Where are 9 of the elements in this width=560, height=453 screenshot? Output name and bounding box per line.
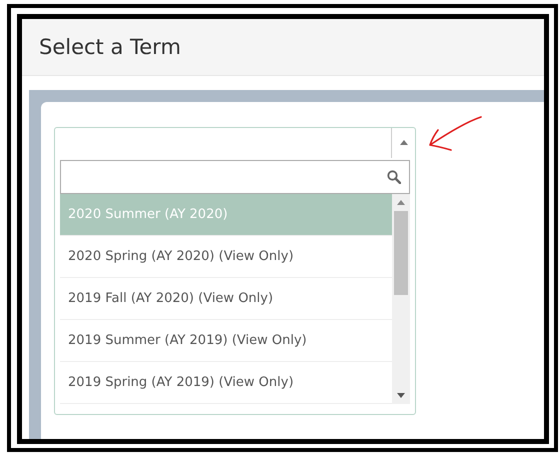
- scroll-down-icon[interactable]: [397, 393, 405, 398]
- scrollbar-thumb[interactable]: [394, 211, 408, 295]
- caret-up-icon: [400, 140, 408, 146]
- term-dropdown[interactable]: 2020 Summer (AY 2020) 2020 Spring (AY 2020) (View Only) 2019 Fall (AY 2020) (View Only) 2019 Summer (AY 2019) (View Only) 2019 Spring (AY 2019) (View Only): [54, 127, 416, 415]
- page-title: Select a Term: [39, 35, 181, 59]
- search-field[interactable]: [60, 160, 410, 194]
- scroll-up-icon[interactable]: [397, 200, 405, 205]
- search-icon: [387, 170, 401, 184]
- scrollbar[interactable]: [392, 194, 410, 404]
